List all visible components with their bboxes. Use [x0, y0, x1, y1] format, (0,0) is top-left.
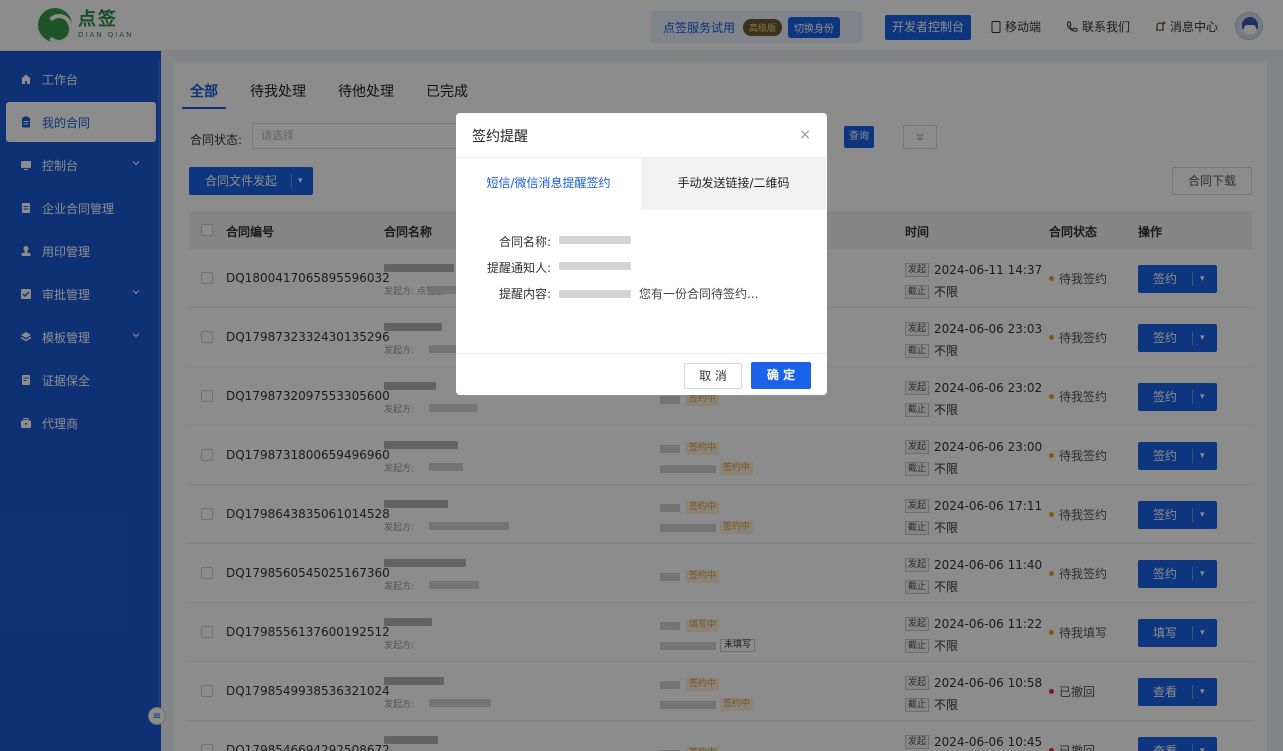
field-label: 提醒通知人: — [486, 261, 551, 275]
tab-sms-wechat-reminder[interactable]: 短信/微信消息提醒签约 — [456, 158, 641, 210]
redacted-value — [559, 236, 631, 244]
close-icon[interactable]: × — [799, 127, 811, 143]
field-label: 提醒内容: — [498, 287, 551, 301]
field-label: 合同名称: — [498, 235, 551, 249]
confirm-button[interactable]: 确 定 — [751, 362, 811, 389]
dialog-title: 签约提醒 — [472, 129, 528, 145]
redacted-value — [559, 262, 631, 270]
dialog-tabs: 短信/微信消息提醒签约 手动发送链接/二维码 — [456, 157, 827, 210]
sign-reminder-dialog: 签约提醒 × 短信/微信消息提醒签约 手动发送链接/二维码 合同名称: 提醒通知… — [456, 113, 827, 395]
reminder-content-text: 您有一份合同待签约... — [639, 287, 759, 301]
dialog-footer: 取 消 确 定 — [456, 353, 827, 395]
redacted-value — [559, 289, 631, 298]
cancel-button[interactable]: 取 消 — [684, 363, 742, 389]
tab-manual-link-qrcode[interactable]: 手动发送链接/二维码 — [641, 158, 826, 210]
